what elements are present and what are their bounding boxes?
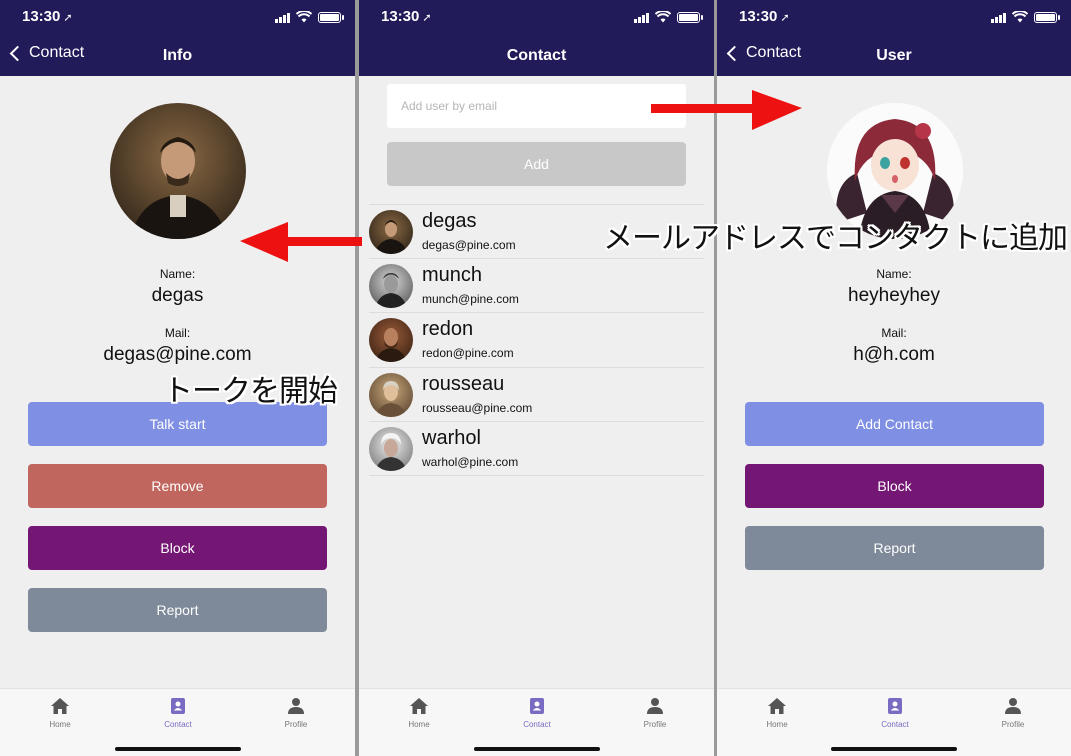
arrow-right (651, 90, 802, 130)
annotation-start-talk: トークを開始 (163, 374, 338, 409)
annotation-arrows (240, 90, 802, 262)
annotation-add-by-email: メールアドレスでコンタクトに追加 (603, 221, 1068, 256)
arrow-left (240, 222, 362, 262)
